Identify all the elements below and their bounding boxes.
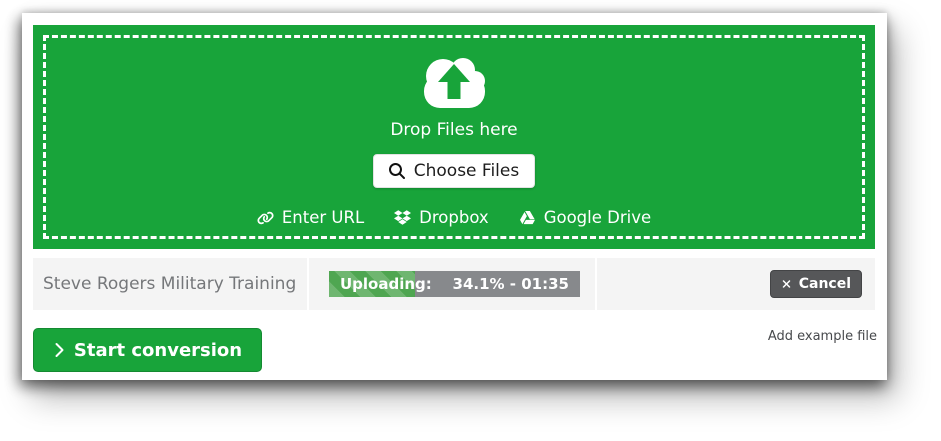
progress-text: Uploading: 34.1% - 01:35 xyxy=(329,271,580,297)
converter-card: Drop Files here Choose Files Enter URL D… xyxy=(22,13,887,380)
dropzone-dashed-border: Drop Files here Choose Files Enter URL D… xyxy=(43,35,865,239)
close-icon xyxy=(782,280,790,288)
dropbox-label: Dropbox xyxy=(419,208,489,227)
start-conversion-label: Start conversion xyxy=(73,339,243,361)
cancel-label: Cancel xyxy=(798,276,851,292)
page: Drop Files here Choose Files Enter URL D… xyxy=(0,0,941,441)
google-drive-icon xyxy=(519,210,535,225)
upload-source-links: Enter URL Dropbox Google Drive xyxy=(257,208,651,227)
progress-value: 34.1% - 01:35 xyxy=(452,275,569,293)
link-icon xyxy=(257,211,274,224)
progress-cell: Uploading: 34.1% - 01:35 xyxy=(309,258,597,310)
dropbox-icon xyxy=(394,210,412,225)
start-conversion-button[interactable]: Start conversion xyxy=(33,328,262,372)
choose-files-button[interactable]: Choose Files xyxy=(372,154,536,188)
cancel-button[interactable]: Cancel xyxy=(769,270,862,298)
google-drive-link[interactable]: Google Drive xyxy=(519,208,651,227)
choose-files-label: Choose Files xyxy=(413,161,520,181)
search-icon xyxy=(388,163,405,179)
chevron-right-icon xyxy=(55,342,64,358)
upload-progress-bar: Uploading: 34.1% - 01:35 xyxy=(329,271,580,297)
add-example-file-link[interactable]: Add example file xyxy=(768,329,877,344)
file-name: Steve Rogers Military Training xyxy=(33,258,309,310)
file-drop-zone[interactable]: Drop Files here Choose Files Enter URL D… xyxy=(33,25,875,249)
drop-files-label: Drop Files here xyxy=(390,120,518,140)
progress-status-label: Uploading: xyxy=(340,275,432,293)
google-drive-label: Google Drive xyxy=(543,208,652,227)
upload-cloud-icon xyxy=(424,58,485,108)
cancel-cell: Cancel xyxy=(597,258,875,310)
upload-row: Steve Rogers Military Training Uploading… xyxy=(33,258,875,310)
enter-url-label: Enter URL xyxy=(281,208,365,227)
enter-url-link[interactable]: Enter URL xyxy=(257,208,364,227)
dropbox-link[interactable]: Dropbox xyxy=(394,208,489,227)
